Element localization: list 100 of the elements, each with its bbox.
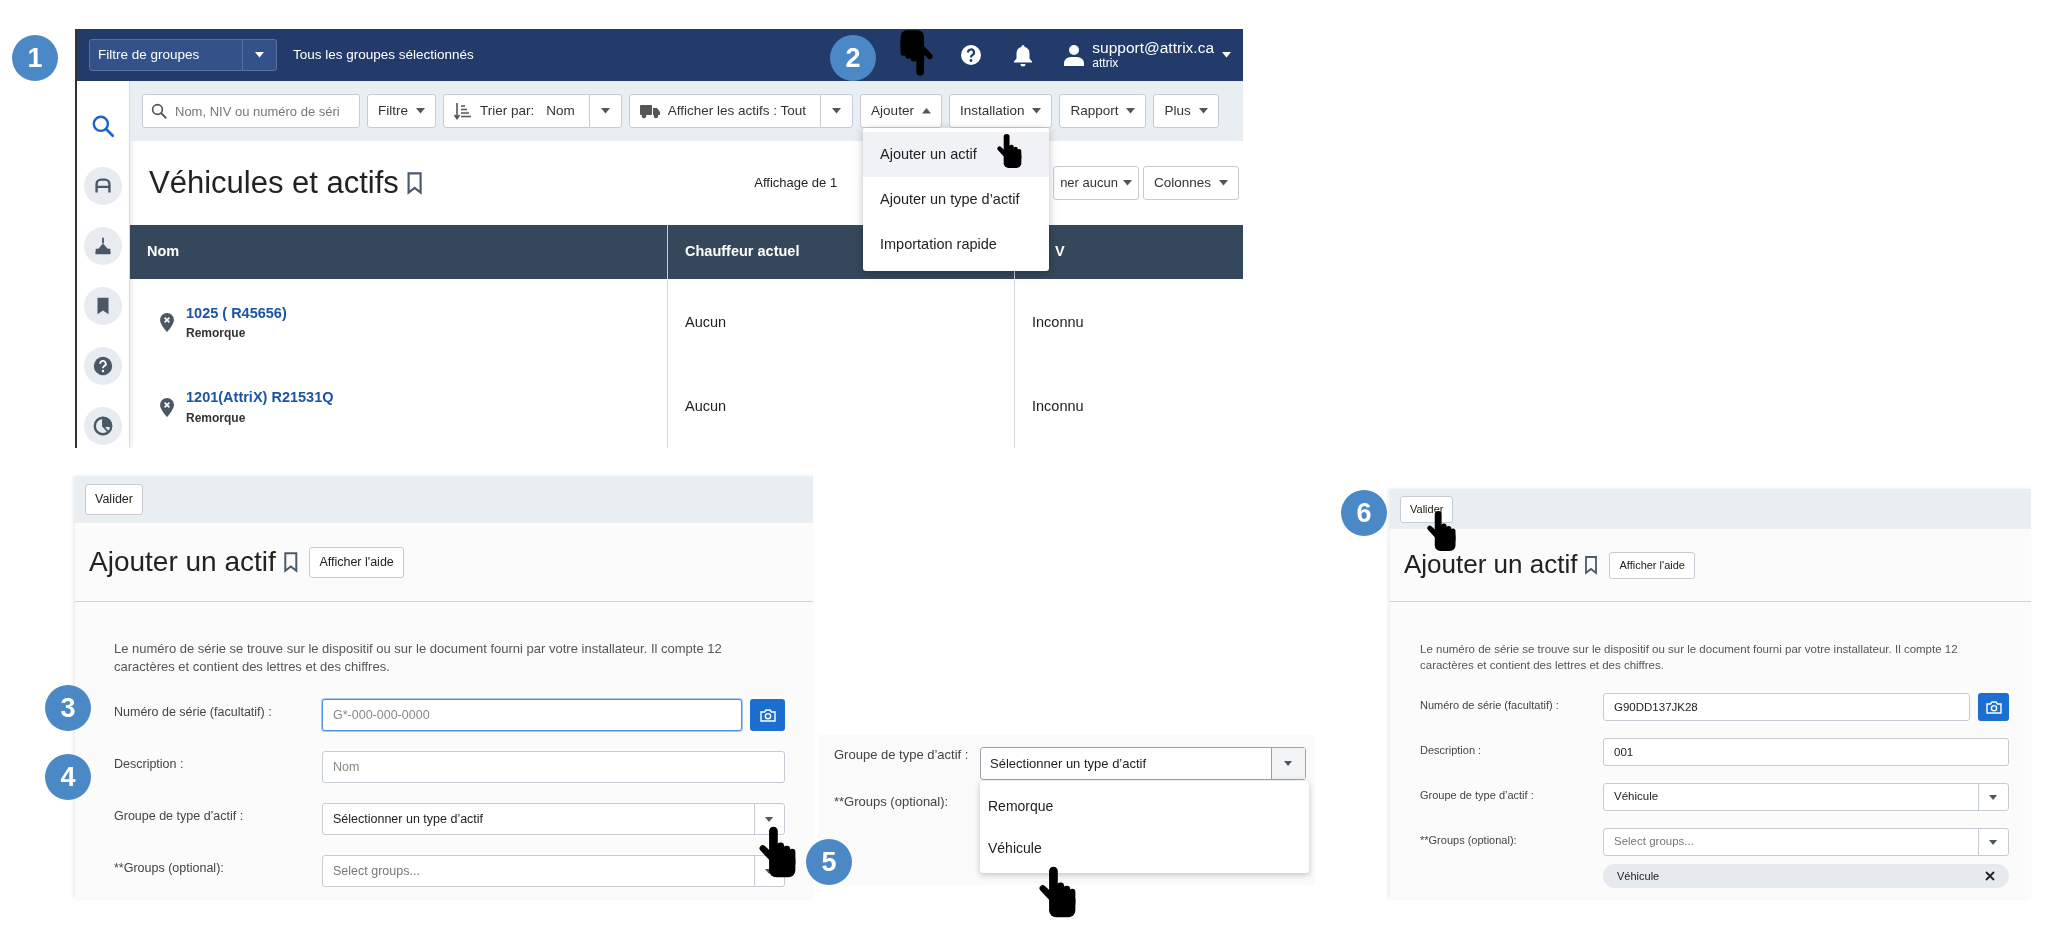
dropdown-button[interactable]: Installation [948,94,1053,128]
page-title: Ajouter un actif [1404,549,1578,581]
group-tag[interactable]: Véhicule [1603,864,2009,889]
dropdown-option[interactable]: Remorque [980,785,1309,827]
table-cell: Aucun [667,366,1014,448]
caret-icon [765,816,774,822]
camera-icon [1985,700,2002,714]
select-field[interactable]: Véhicule [1603,783,2009,812]
menu-item[interactable]: Ajouter un type d’actif [863,177,1049,222]
asset-type-text: Remorque [186,409,247,427]
caret-icon [1222,52,1231,58]
dropdown-button[interactable]: ner aucun [1053,166,1139,200]
intro-text: Le numéro de série se trouve sur le dispositif ou sur le document fourni par votre installateur. Il compte 12 caractères et contient des lettres et des chiffres. [1420,642,1959,673]
user-email[interactable]: support@attrix.ca [1092,39,1214,57]
hand-cursor-icon [758,824,796,880]
caret-icon [416,108,425,114]
groups-status-text: Tous les groupes sélectionnés [293,45,474,64]
sidebar-item[interactable] [84,347,122,385]
field-label: Numéro de série (facultatif) : [1420,698,1560,714]
columns-button[interactable]: Colonnes [1142,166,1239,200]
search-field[interactable]: Nom, NIV ou numéro de séri [142,94,360,128]
user-icon [1064,44,1085,66]
help-button[interactable]: Afficher l'aide [309,546,404,578]
bell-icon[interactable] [1012,43,1035,67]
field-label: Groupe de type d’actif : [1420,788,1535,804]
select-field[interactable]: Select groups... [1603,828,2009,857]
caret-icon [1989,794,1998,800]
help-button[interactable]: Afficher l'aide [1609,551,1695,579]
column-header: Nom [130,225,667,279]
account-name: attrix [1092,57,1120,71]
hand-cursor-icon [900,30,934,76]
select-field[interactable]: Sélectionner un type d’actif [980,747,1306,780]
help-icon[interactable] [959,43,984,67]
hand-cursor-icon [996,134,1022,168]
bookmark-icon [281,551,300,573]
caret-icon [1198,108,1208,114]
menu-item[interactable]: Ajouter un actif [863,132,1049,177]
validate-button[interactable]: Valider [85,484,143,515]
caret-icon [255,52,264,58]
map-pin-icon [160,313,174,332]
group-filter-dropdown[interactable]: Filtre de groupes [89,39,277,71]
input-field[interactable]: Nom [322,751,785,784]
search-icon [150,102,168,120]
caret-icon [921,108,931,114]
caret-icon [1989,839,1998,845]
map-pin-icon [160,397,174,417]
caret-icon [600,108,610,114]
intro-text: Le numéro de série se trouve sur le dispositif ou sur le document fourni par votre installateur. Il compte 12 caractères et contient des lettres et des chiffres. [114,640,723,676]
field-label: Groupe de type d’actif : [834,747,970,764]
dropdown-option[interactable]: Véhicule [980,827,1309,869]
input-field[interactable]: G90DD137JK28 [1603,693,1970,722]
select-field[interactable]: Select groups... [322,855,785,888]
dropdown-toggle-button[interactable] [820,94,854,128]
step-number: 6 [1341,490,1387,536]
truck-icon [639,103,660,119]
close-icon[interactable] [1985,871,1995,882]
caret-icon [1122,180,1132,186]
asset-link[interactable]: 1201(AttriX) R21531Q [186,387,334,409]
field-label: Description : [1420,743,1483,759]
sidebar-item[interactable] [84,227,122,265]
step-number: 1 [12,35,58,81]
dropdown-button[interactable]: Plus [1153,94,1219,128]
sort-icon [454,102,472,120]
camera-icon [759,708,776,722]
input-field[interactable]: 001 [1603,738,2009,767]
caret-icon [1032,108,1042,114]
table-cell: Aucun [667,279,1014,366]
asset-link[interactable]: 1025 ( R45656) [186,302,287,325]
sidebar-item[interactable] [84,287,122,325]
sidebar-item[interactable] [84,407,122,445]
pie-chart-icon [92,415,114,437]
dropdown-button[interactable]: Rapport [1059,94,1147,128]
validate-button[interactable]: Valider [1400,495,1454,523]
sidebar-item[interactable] [84,167,122,205]
field-label: **Groups (optional): [834,794,950,811]
dropdown-button[interactable]: Ajouter [860,94,942,128]
field-label: Description : [114,756,185,774]
select-field[interactable]: Sélectionner un type d’actif [322,803,785,836]
sort-button[interactable]: Trier par: Nom [443,94,590,128]
table-cell: Inconnu [1014,366,1243,448]
caret-icon [1126,108,1136,114]
help-icon [92,355,114,377]
caret-icon [1284,761,1293,766]
field-label: Numéro de série (facultatif) : [114,704,273,722]
caret-icon [832,108,842,114]
dropdown-button[interactable]: Filtre [367,94,436,128]
field-label: **Groups (optional): [114,860,225,878]
step-number: 3 [45,685,91,731]
input-field[interactable]: G*-000-000-0000 [322,699,742,732]
camera-button[interactable] [750,699,785,732]
page-title: Véhicules et actifs [149,164,399,202]
caret-icon [1219,180,1228,186]
camera-button[interactable] [1978,693,2009,722]
warehouse-icon [92,235,114,257]
table-cell: Inconnu [1014,279,1243,366]
dropdown-toggle-button[interactable] [588,94,622,128]
showing-text: Affichage de 1 [754,174,838,193]
field-label: **Groups (optional): [1420,833,1518,849]
show-assets-button[interactable]: Afficher les actifs : Tout [628,94,822,128]
hand-cursor-icon [1038,864,1076,920]
